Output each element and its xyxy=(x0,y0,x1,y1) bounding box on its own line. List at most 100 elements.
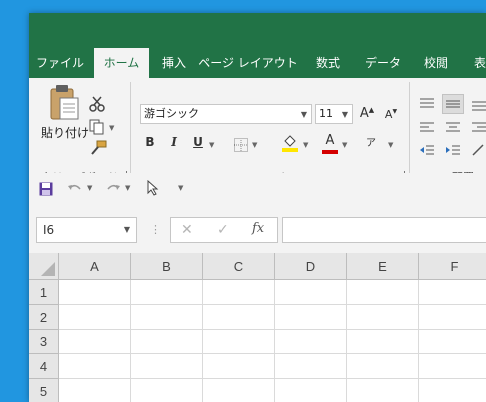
fill-color-icon[interactable] xyxy=(281,133,299,157)
tab-file[interactable]: ファイル xyxy=(35,48,85,78)
scissors-icon[interactable] xyxy=(89,96,105,116)
tab-insert[interactable]: 挿入 xyxy=(156,48,192,78)
cell-f3[interactable] xyxy=(419,330,486,354)
borders-icon[interactable] xyxy=(234,137,248,156)
decrease-indent-icon[interactable] xyxy=(419,142,435,161)
cell-a3[interactable] xyxy=(59,330,131,354)
align-center-icon[interactable] xyxy=(445,120,461,139)
cell-d5[interactable] xyxy=(275,379,347,402)
cell-a4[interactable] xyxy=(59,354,131,379)
column-header-e[interactable]: E xyxy=(347,253,419,280)
cell-a1[interactable] xyxy=(59,280,131,305)
cell-f4[interactable] xyxy=(419,354,486,379)
copy-icon[interactable] xyxy=(89,119,105,139)
cell-a5[interactable] xyxy=(59,379,131,402)
underline-button[interactable]: U xyxy=(190,135,206,149)
cell-e1[interactable] xyxy=(347,280,419,305)
row-header-4[interactable]: 4 xyxy=(29,354,59,379)
cell-e2[interactable] xyxy=(347,305,419,330)
tab-data[interactable]: データ xyxy=(363,48,403,78)
increase-font-size-button[interactable]: A▲ xyxy=(359,106,375,121)
tab-review[interactable]: 校閲 xyxy=(418,48,454,78)
increase-indent-icon[interactable] xyxy=(445,142,461,161)
save-icon[interactable] xyxy=(39,181,53,200)
borders-dropdown-icon[interactable]: ▼ xyxy=(252,141,257,149)
phonetic-guide-button[interactable]: ア xyxy=(366,134,376,149)
cell-c2[interactable] xyxy=(203,305,275,330)
copy-dropdown-icon[interactable]: ▼ xyxy=(109,124,114,132)
paste-button[interactable]: 貼り付け xyxy=(39,84,90,140)
align-right-icon[interactable] xyxy=(471,120,486,139)
group-divider xyxy=(409,82,410,178)
row-header-5[interactable]: 5 xyxy=(29,379,59,402)
cell-d3[interactable] xyxy=(275,330,347,354)
insert-function-icon[interactable]: fx xyxy=(252,221,264,236)
font-name-select[interactable]: 游ゴシック ▼ xyxy=(140,104,312,124)
decrease-font-size-button[interactable]: A▼ xyxy=(383,108,399,121)
column-header-f[interactable]: F xyxy=(419,253,486,280)
more-options-icon[interactable]: ⋮ xyxy=(150,223,161,236)
align-left-icon[interactable] xyxy=(419,120,435,139)
column-header-b[interactable]: B xyxy=(131,253,203,280)
undo-dropdown-icon[interactable]: ▼ xyxy=(87,184,92,192)
font-size-select[interactable]: 11 ▼ xyxy=(315,104,353,124)
font-color-dropdown-icon[interactable]: ▼ xyxy=(342,141,347,149)
cell-b2[interactable] xyxy=(131,305,203,330)
cell-b4[interactable] xyxy=(131,354,203,379)
row-header-1[interactable]: 1 xyxy=(29,280,59,305)
cell-f5[interactable] xyxy=(419,379,486,402)
cell-e4[interactable] xyxy=(347,354,419,379)
align-middle-button[interactable] xyxy=(442,94,464,114)
italic-button[interactable]: I xyxy=(166,135,182,149)
cell-d2[interactable] xyxy=(275,305,347,330)
cell-f1[interactable] xyxy=(419,280,486,305)
cancel-icon[interactable]: ✕ xyxy=(181,222,193,238)
column-header-d[interactable]: D xyxy=(275,253,347,280)
name-box[interactable]: I6 ▼ xyxy=(36,217,137,243)
excel-window: ファイル ホーム 挿入 ページ レイアウト 数式 データ 校閲 表 貼り付け ▼… xyxy=(29,13,486,402)
row-header-2[interactable]: 2 xyxy=(29,305,59,330)
spreadsheet-grid: A B C D E F 1 2 3 4 5 xyxy=(29,253,486,402)
align-bottom-icon[interactable] xyxy=(471,96,486,115)
cell-b5[interactable] xyxy=(131,379,203,402)
redo-icon[interactable] xyxy=(105,181,121,200)
undo-icon[interactable] xyxy=(67,181,83,200)
cell-b3[interactable] xyxy=(131,330,203,354)
cell-c5[interactable] xyxy=(203,379,275,402)
cell-c1[interactable] xyxy=(203,280,275,305)
tab-view-partial[interactable]: 表 xyxy=(469,48,486,78)
align-top-icon[interactable] xyxy=(419,96,435,115)
cell-b1[interactable] xyxy=(131,280,203,305)
column-header-c[interactable]: C xyxy=(203,253,275,280)
redo-dropdown-icon[interactable]: ▼ xyxy=(125,184,130,192)
font-color-button[interactable]: A xyxy=(320,133,340,155)
formula-input[interactable] xyxy=(282,217,486,243)
cell-d4[interactable] xyxy=(275,354,347,379)
paste-label: 貼り付け xyxy=(41,126,90,140)
phonetic-dropdown-icon[interactable]: ▼ xyxy=(388,141,393,149)
cursor-icon[interactable] xyxy=(147,179,159,200)
bold-button[interactable]: B xyxy=(142,135,158,149)
phonetic-glyph: ア xyxy=(366,138,376,149)
underline-dropdown-icon[interactable]: ▼ xyxy=(209,141,214,149)
cell-f2[interactable] xyxy=(419,305,486,330)
cell-e5[interactable] xyxy=(347,379,419,402)
chevron-down-icon: ▼ xyxy=(123,225,130,234)
fill-color-dropdown-icon[interactable]: ▼ xyxy=(303,141,308,149)
format-painter-icon[interactable] xyxy=(89,140,107,160)
cell-c3[interactable] xyxy=(203,330,275,354)
orientation-icon[interactable] xyxy=(471,142,486,161)
column-header-a[interactable]: A xyxy=(59,253,131,280)
cell-a2[interactable] xyxy=(59,305,131,330)
cell-e3[interactable] xyxy=(347,330,419,354)
tab-home[interactable]: ホーム xyxy=(94,48,149,78)
tab-formulas[interactable]: 数式 xyxy=(310,48,346,78)
row-header-3[interactable]: 3 xyxy=(29,330,59,354)
tab-page-layout[interactable]: ページ レイアウト xyxy=(196,48,300,78)
cell-c4[interactable] xyxy=(203,354,275,379)
cell-d1[interactable] xyxy=(275,280,347,305)
customize-qat-icon[interactable]: ▼ xyxy=(178,184,183,192)
select-all-corner[interactable] xyxy=(29,253,59,280)
enter-icon[interactable]: ✓ xyxy=(217,222,229,238)
formula-bar: I6 ▼ ⋮ ✕ ✓ fx xyxy=(29,201,486,253)
